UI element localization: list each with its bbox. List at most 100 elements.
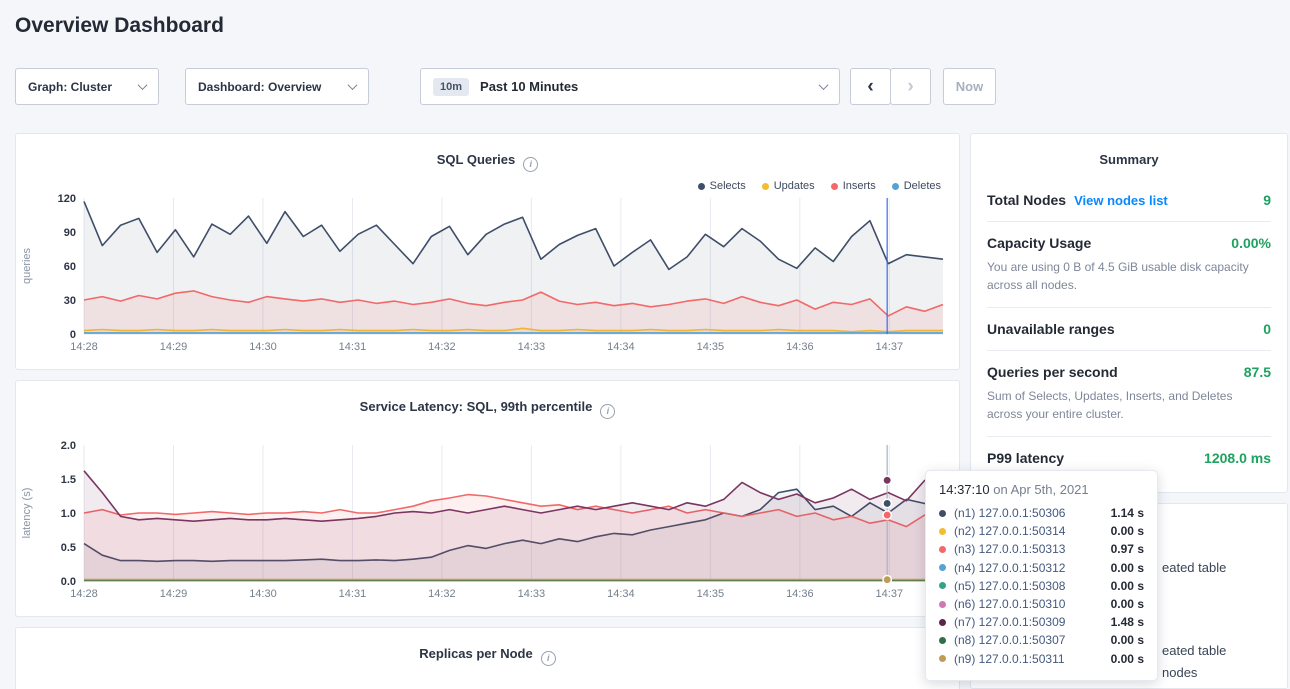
tooltip-row: (n2) 127.0.0.1:503140.00 s (939, 522, 1144, 540)
svg-text:14:29: 14:29 (160, 588, 188, 600)
tooltip-row: (n4) 127.0.0.1:50312 0.00 s (939, 559, 1144, 577)
svg-text:14:32: 14:32 (428, 341, 456, 353)
svg-text:queries: queries (21, 247, 33, 284)
node-address: (n9) 127.0.0.1:50311 (954, 652, 1065, 666)
summary-row-queries-per-second: Queries per second 87.5 Sum of Selects, … (987, 350, 1271, 436)
summary-value: 0 (1263, 321, 1271, 337)
tooltip-row: (n9) 127.0.0.1:50311 0.00 s (939, 650, 1144, 668)
node-address: (n5) 127.0.0.1:50308 (954, 579, 1065, 593)
series-dot-icon (831, 183, 838, 190)
tooltip-row: (n6) 127.0.0.1:503100.00 s (939, 595, 1144, 613)
latency-value: 0.00 s (1111, 597, 1144, 611)
series-dot-icon (939, 564, 946, 571)
time-next-button[interactable]: › (890, 68, 931, 105)
svg-text:14:31: 14:31 (339, 588, 367, 600)
svg-text:14:34: 14:34 (607, 588, 635, 600)
page-title: Overview Dashboard (15, 14, 224, 38)
summary-description: You are using 0 B of 4.5 GiB usable disk… (987, 258, 1271, 294)
info-icon[interactable]: i (600, 404, 615, 419)
now-button-label: Now (956, 79, 983, 94)
chart-title: Service Latency: SQL, 99th percentile i (16, 399, 959, 419)
series-dot-icon (939, 655, 946, 662)
summary-row-total-nodes: Total Nodes View nodes list 9 (987, 179, 1271, 221)
tooltip-rows: (n1) 127.0.0.1:50306 1.14 s (n2) 127.0.0.1… (939, 504, 1144, 668)
svg-text:0.5: 0.5 (61, 542, 76, 554)
node-address: (n3) 127.0.0.1:50313 (954, 542, 1065, 556)
now-button[interactable]: Now (943, 68, 996, 105)
series-dot-icon (939, 637, 946, 644)
summary-panel: Summary Total Nodes View nodes list 9 Ca… (970, 133, 1288, 493)
summary-value: 0.00% (1231, 235, 1271, 251)
tooltip-row: (n3) 127.0.0.1:50313 0.97 s (939, 540, 1144, 558)
graph-dropdown[interactable]: Graph: Cluster (15, 68, 159, 105)
sql-queries-chart[interactable]: 14:2814:2914:3014:3114:3214:3314:3414:35… (16, 190, 959, 360)
time-prev-button[interactable]: ‹ (850, 68, 891, 105)
view-nodes-list-link[interactable]: View nodes list (1074, 193, 1168, 208)
time-range-dropdown[interactable]: 10m Past 10 Minutes (420, 68, 840, 105)
chart-title-text: Service Latency: SQL, 99th percentile (360, 399, 593, 414)
replicas-per-node-panel: Replicas per Node i (15, 627, 960, 689)
chart-title: Replicas per Node i (16, 646, 959, 666)
tooltip-date: on Apr 5th, 2021 (990, 482, 1089, 497)
summary-description: Sum of Selects, Updates, Inserts, and De… (987, 387, 1271, 423)
series-dot-icon (762, 183, 769, 190)
graph-dropdown-label: Graph: Cluster (28, 80, 112, 94)
svg-text:1.5: 1.5 (61, 474, 76, 486)
summary-row-unavailable-ranges: Unavailable ranges 0 (987, 307, 1271, 350)
svg-text:latency (s): latency (s) (21, 488, 33, 539)
summary-label: Capacity Usage (987, 235, 1091, 251)
series-dot-icon (892, 183, 899, 190)
chart-hover-tooltip: 14:37:10 on Apr 5th, 2021 (n1) 127.0.0.1… (925, 470, 1158, 681)
event-text-fragment[interactable]: eated table (1162, 560, 1226, 575)
svg-text:14:37: 14:37 (876, 588, 904, 600)
svg-text:0: 0 (70, 329, 76, 341)
svg-text:0.0: 0.0 (61, 576, 76, 588)
summary-row-capacity-usage: Capacity Usage 0.00% You are using 0 B o… (987, 221, 1271, 307)
info-icon[interactable]: i (541, 651, 556, 666)
summary-value: 9 (1263, 192, 1271, 208)
series-dot-icon (698, 183, 705, 190)
svg-text:14:34: 14:34 (607, 341, 635, 353)
svg-text:14:35: 14:35 (697, 588, 725, 600)
node-address: (n2) 127.0.0.1:50314 (954, 524, 1065, 538)
dashboard-dropdown[interactable]: Dashboard: Overview (185, 68, 369, 105)
series-dot-icon (939, 582, 946, 589)
svg-text:60: 60 (64, 261, 76, 273)
node-address: (n1) 127.0.0.1:50306 (954, 506, 1065, 520)
svg-text:14:30: 14:30 (249, 588, 277, 600)
series-dot-icon (939, 510, 946, 517)
latency-value: 0.00 s (1111, 561, 1144, 575)
dashboard-dropdown-label: Dashboard: Overview (198, 80, 321, 94)
svg-text:14:33: 14:33 (518, 588, 546, 600)
svg-text:14:31: 14:31 (339, 341, 367, 353)
service-latency-chart[interactable]: 14:2814:2914:3014:3114:3214:3314:3414:35… (16, 437, 959, 607)
svg-text:30: 30 (64, 295, 76, 307)
svg-text:14:28: 14:28 (70, 588, 98, 600)
event-text-fragment[interactable]: eated table (1162, 643, 1226, 658)
summary-title: Summary (987, 134, 1271, 179)
summary-value: 1208.0 ms (1204, 450, 1271, 466)
summary-value: 87.5 (1244, 364, 1271, 380)
latency-value: 0.97 s (1111, 542, 1144, 556)
svg-text:14:33: 14:33 (518, 341, 546, 353)
latency-value: 0.00 s (1111, 652, 1144, 666)
service-latency-panel: Service Latency: SQL, 99th percentile i 1… (15, 380, 960, 617)
event-text-fragment[interactable]: nodes (1162, 665, 1197, 680)
sql-queries-panel: SQL Queriesi SelectsUpdatesInsertsDelete… (15, 133, 960, 370)
svg-text:14:28: 14:28 (70, 341, 98, 353)
chart-title-text: Replicas per Node (419, 646, 532, 661)
svg-text:14:36: 14:36 (786, 341, 814, 353)
chevron-down-icon (138, 80, 148, 90)
node-address: (n7) 127.0.0.1:50309 (954, 615, 1065, 629)
summary-label: Unavailable ranges (987, 321, 1115, 337)
latency-value: 1.14 s (1111, 506, 1144, 520)
svg-text:14:37: 14:37 (876, 341, 904, 353)
series-dot-icon (939, 528, 946, 535)
tooltip-row: (n7) 127.0.0.1:503091.48 s (939, 613, 1144, 631)
tooltip-row: (n5) 127.0.0.1:503080.00 s (939, 577, 1144, 595)
chevron-right-icon: › (907, 76, 913, 98)
node-address: (n4) 127.0.0.1:50312 (954, 561, 1065, 575)
info-icon[interactable]: i (523, 157, 538, 172)
chevron-left-icon: ‹ (867, 76, 873, 98)
series-dot-icon (939, 619, 946, 626)
